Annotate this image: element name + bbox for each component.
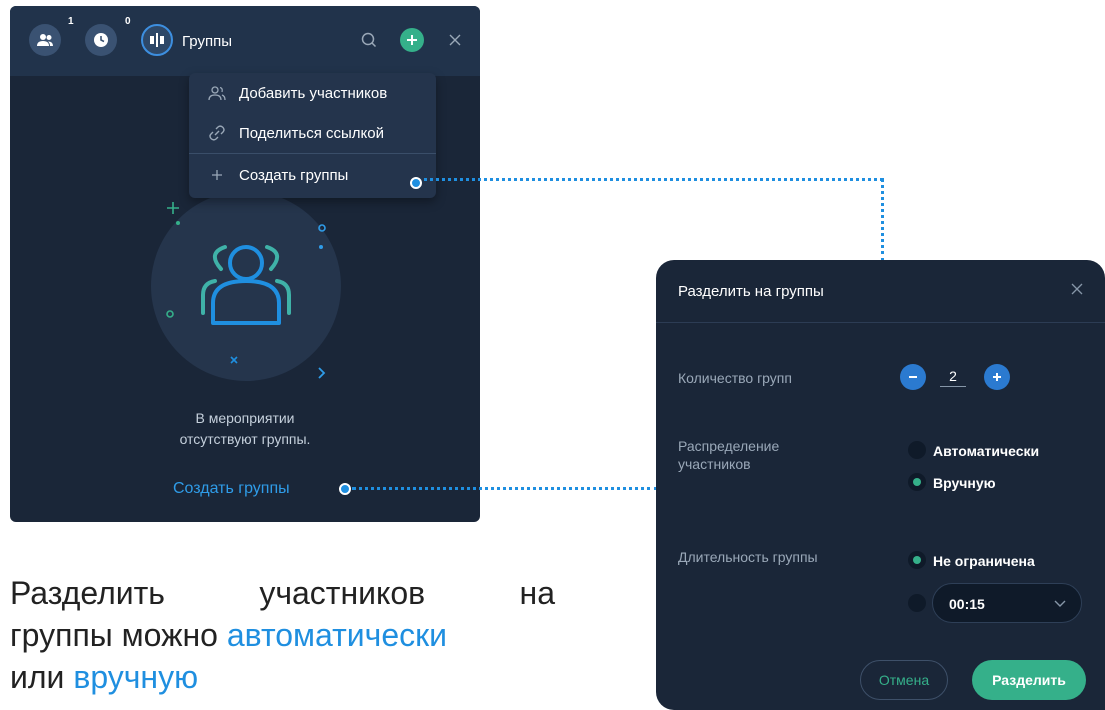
menu-item-create-groups[interactable]: Создать группы <box>189 155 436 195</box>
group-count-value[interactable]: 2 <box>940 368 966 387</box>
groups-split-icon <box>150 33 164 47</box>
search-icon <box>361 32 377 48</box>
caption-line2-prefix: группы можно <box>10 617 227 653</box>
empty-groups-illustration <box>151 191 341 381</box>
menu-item-label: Добавить участников <box>239 84 388 102</box>
empty-state-line1: В мероприятии <box>195 410 295 426</box>
radio-auto[interactable] <box>908 441 926 459</box>
caption-accent-manual: вручную <box>73 659 199 695</box>
timer-button[interactable] <box>85 24 117 56</box>
caption-word: участников <box>259 575 426 611</box>
menu-item-share-link[interactable]: Поделиться ссылкой <box>189 113 436 153</box>
group-count-label: Количество групп <box>678 370 792 386</box>
create-groups-link[interactable]: Создать группы <box>173 480 290 498</box>
radio-manual[interactable] <box>908 473 926 491</box>
plus-icon <box>993 373 1001 381</box>
close-icon <box>449 34 461 46</box>
close-icon <box>1071 283 1083 295</box>
plus-icon <box>207 165 227 185</box>
people-group-icon <box>201 245 291 364</box>
radio-manual-label: Вручную <box>933 475 996 491</box>
split-button[interactable]: Разделить <box>972 660 1086 700</box>
duration-label: Длительность группы <box>678 549 818 565</box>
callout-anchor-dot <box>410 177 422 189</box>
callout-anchor-dot <box>339 483 351 495</box>
connector-line-top <box>424 178 883 181</box>
radio-unlimited-label: Не ограничена <box>933 553 1035 569</box>
chevron-down-icon <box>1053 596 1067 614</box>
caption-line1: Разделить участников на <box>10 572 555 614</box>
caption-text: Разделить участников на группы можно авт… <box>10 572 555 698</box>
caption-word: Разделить <box>10 575 165 611</box>
search-button[interactable] <box>360 31 378 49</box>
dialog-close-button[interactable] <box>1071 282 1087 298</box>
add-participants-icon <box>207 83 227 103</box>
caption-accent-auto: автоматически <box>226 617 448 653</box>
minus-icon <box>909 376 917 378</box>
radio-unlimited[interactable] <box>908 551 926 569</box>
plus-icon <box>407 35 417 45</box>
add-menu-button[interactable] <box>400 28 424 52</box>
menu-divider <box>189 153 436 154</box>
dialog-title: Разделить на группы <box>678 283 824 300</box>
radio-selected-dot <box>913 478 921 486</box>
timer-count-badge: 0 <box>125 16 131 27</box>
add-dropdown-menu: Добавить участников Поделиться ссылкой С… <box>189 73 436 198</box>
connector-line-bottom <box>352 487 658 490</box>
radio-auto-label: Автоматически <box>933 443 1040 459</box>
duration-time-select[interactable]: 00:15 <box>932 583 1082 623</box>
decrement-button[interactable] <box>900 364 926 390</box>
menu-item-add-participants[interactable]: Добавить участников <box>189 73 436 113</box>
dialog-header: Разделить на группы <box>656 260 1105 323</box>
duration-time-value: 00:15 <box>949 596 985 612</box>
participants-button[interactable] <box>29 24 61 56</box>
menu-item-label: Создать группы <box>239 166 349 184</box>
participants-count-badge: 1 <box>68 16 74 27</box>
radio-timed[interactable] <box>908 594 926 612</box>
panel-toolbar: 1 0 Группы <box>10 6 480 76</box>
cancel-button[interactable]: Отмена <box>860 660 948 700</box>
caption-line2: группы можно автоматически <box>10 614 555 656</box>
distribution-label: Распределение участников <box>678 438 780 472</box>
empty-state-line2: отсутствуют группы. <box>179 431 311 447</box>
radio-selected-dot <box>913 556 921 564</box>
empty-state-text: В мероприятии отсутствуют группы. <box>10 408 480 450</box>
split-groups-dialog: Разделить на группы Количество групп 2 Р… <box>656 260 1105 710</box>
clock-icon <box>94 33 108 47</box>
close-panel-button[interactable] <box>447 32 463 48</box>
connector-line-vertical <box>881 178 884 262</box>
caption-word: на <box>519 575 555 611</box>
caption-line3-prefix: или <box>10 659 74 695</box>
groups-panel: 1 0 Группы В мероприятии отсутствуют гру… <box>10 6 480 522</box>
link-icon <box>207 123 227 143</box>
increment-button[interactable] <box>984 364 1010 390</box>
caption-line3: или вручную <box>10 656 555 698</box>
participants-icon <box>37 34 53 46</box>
groups-tab-button[interactable] <box>141 24 173 56</box>
menu-item-label: Поделиться ссылкой <box>239 124 384 142</box>
panel-title: Группы <box>182 33 232 50</box>
